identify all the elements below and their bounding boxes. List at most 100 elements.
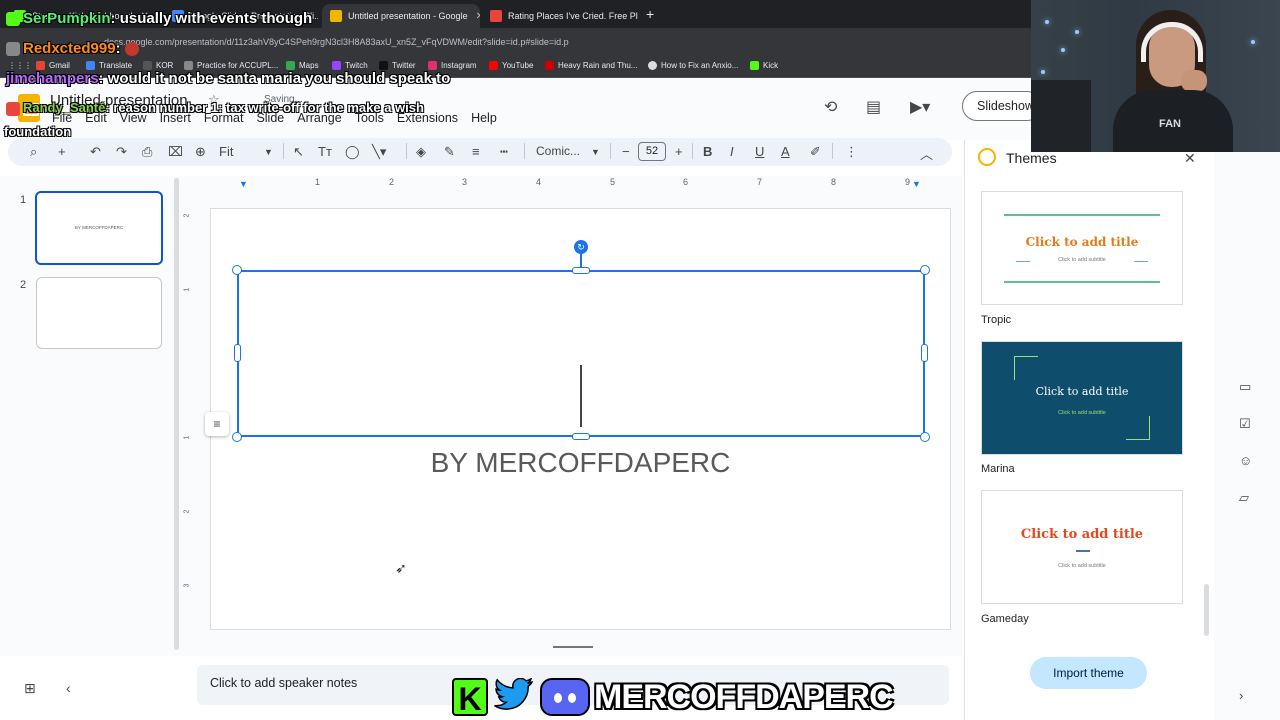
bookmark-instagram[interactable]: Instagram [428,61,477,70]
bookmark-practice[interactable]: Practice for ACCUPL... [184,61,278,70]
comments-icon[interactable]: ▤ [866,97,881,117]
border-dash-icon[interactable]: ┅ [500,144,508,160]
indent-marker-icon[interactable]: ▼ [912,179,921,189]
bold-icon[interactable]: B [703,144,712,159]
ruler-label: 8 [831,177,837,187]
menu-help[interactable]: Help [471,111,497,125]
font-select[interactable]: Comic... [536,144,580,158]
speaker-notes-placeholder: Click to add speaker notes [210,676,358,690]
bookmark-heavy-rain[interactable]: Heavy Rain and Thu... [545,61,637,70]
rotate-handle-icon[interactable]: ↻ [574,240,588,254]
increase-font-icon[interactable]: + [675,144,683,159]
theme-card-marina[interactable]: Click to add title Click to add subtitle [981,341,1183,455]
resize-handle[interactable] [232,265,242,275]
zoom-select[interactable]: Fit [219,144,233,159]
folder-icon[interactable]: ▱ [1239,490,1249,506]
close-icon[interactable]: ✕ [476,11,480,22]
collapse-toolbar-icon[interactable]: ︿ [920,144,933,163]
print-icon[interactable]: ⎙ [142,144,152,160]
bookmark-translate[interactable]: Translate [86,61,132,70]
decorative-line [1004,281,1160,283]
theme-subtitle: Click to add subtitle [1058,563,1106,569]
underline-icon[interactable]: U [755,144,764,159]
border-color-icon[interactable]: ✎ [444,144,455,160]
chevron-down-icon[interactable]: ▼ [591,147,600,157]
bookmark-gmail[interactable]: Gmail [36,61,70,70]
url-field[interactable]: docs.google.com/presentation/d/11z3ahV8y… [104,37,569,47]
new-slide-icon[interactable]: + [58,144,66,159]
line-icon[interactable]: ╲▾ [372,144,386,160]
webcam-overlay: FAN [1031,0,1280,152]
instagram-icon [428,61,437,70]
indent-marker-icon[interactable]: ▼ [239,179,248,189]
palette-icon [978,148,996,166]
resize-handle[interactable] [572,267,590,274]
fairy-light [1041,70,1045,74]
bookmark-kick[interactable]: Kick [750,61,778,70]
resize-handle[interactable] [572,433,590,440]
bookmark-twitter[interactable]: Twitter [379,61,416,70]
collapse-filmstrip-icon[interactable]: ‹ [66,680,71,696]
meet-video-icon[interactable]: ▶▾ [910,97,930,117]
align-handle-icon[interactable]: ≡ [205,412,229,436]
resize-handle[interactable] [920,432,930,442]
chat-message: Redxcted999: [6,40,142,57]
resize-handle[interactable] [232,432,242,442]
version-history-icon[interactable]: ⟲ [824,97,837,117]
slide-thumbnail-1[interactable]: BY MERCOFFDAPERC [35,191,163,265]
tasks-icon[interactable]: ☑ [1239,416,1251,432]
chat-text: : [115,40,121,57]
slide-thumbnail-2[interactable] [36,277,162,349]
undo-icon[interactable]: ↶ [90,144,101,160]
contacts-icon[interactable]: ☺ [1239,453,1252,468]
filmstrip-scrollbar[interactable] [174,178,179,650]
expand-panel-icon[interactable]: › [1239,688,1243,703]
zoom-icon[interactable]: ⊕ [195,144,206,160]
ruler-label: 2 [183,509,191,514]
apps-grid-icon[interactable]: ⋮⋮⋮ [8,61,32,70]
italic-icon[interactable]: I [730,144,734,159]
bookmark-maps[interactable]: Maps [286,61,319,70]
decrease-font-icon[interactable]: − [622,144,630,159]
bookmark-youtube[interactable]: YouTube [489,61,533,70]
tab-untitled-presentation[interactable]: Untitled presentation - Google ✕ [322,4,480,28]
resize-handle[interactable] [921,344,928,362]
close-icon[interactable]: ✕ [1184,150,1196,167]
search-menus-icon[interactable]: ⌕ [30,144,37,160]
notes-resize-handle[interactable] [553,646,593,648]
slide-subtitle[interactable]: BY MERCOFFDAPERC [211,447,950,479]
redo-icon[interactable]: ↷ [116,144,127,160]
grid-view-icon[interactable]: ⊞ [24,680,36,697]
decorative-line [1076,550,1090,552]
bookmark-anxiety[interactable]: How to Fix an Anxio... [648,61,738,70]
text-color-icon[interactable]: A [781,144,790,159]
chevron-down-icon[interactable]: ▼ [264,147,273,157]
resize-handle[interactable] [920,265,930,275]
twitter-bird-icon [492,677,536,716]
themes-scrollbar[interactable] [1204,584,1209,636]
new-tab-plus-icon[interactable]: + [646,6,654,22]
thumbnail-text: BY MERCOFFDAPERC [74,225,124,230]
bookmark-twitch[interactable]: Twitch [332,61,368,70]
select-cursor-icon[interactable]: ↖ [293,144,304,160]
keep-notes-icon[interactable]: ▭ [1239,379,1251,395]
fairy-light [1045,20,1049,24]
bookmark-kor[interactable]: KOR [143,61,173,70]
text-box-icon[interactable]: Tт [318,144,332,159]
font-size-input[interactable]: 52 [638,142,666,161]
slideshow-button[interactable]: Slideshow [962,91,1042,121]
highlight-icon[interactable]: ✐ [810,144,821,160]
shape-icon[interactable]: ◯ [345,144,360,160]
theme-card-tropic[interactable]: Click to add title Click to add subtitle [981,191,1183,305]
mouse-pointer-icon: ➶ [395,560,407,576]
import-theme-button[interactable]: Import theme [1030,657,1147,689]
decorative-corner [1014,356,1038,380]
fill-color-icon[interactable]: ◈ [416,144,426,160]
theme-card-gameday[interactable]: Click to add title Click to add subtitle [981,490,1183,604]
tab-rating-places[interactable]: Rating Places I've Cried. Free Pl ✕ [482,4,638,28]
paint-format-icon[interactable]: ⌧ [168,144,183,160]
border-weight-icon[interactable]: ≡ [472,144,480,159]
resize-handle[interactable] [234,344,241,362]
more-options-icon[interactable]: ⋮ [845,144,858,160]
text-cursor [580,365,582,427]
